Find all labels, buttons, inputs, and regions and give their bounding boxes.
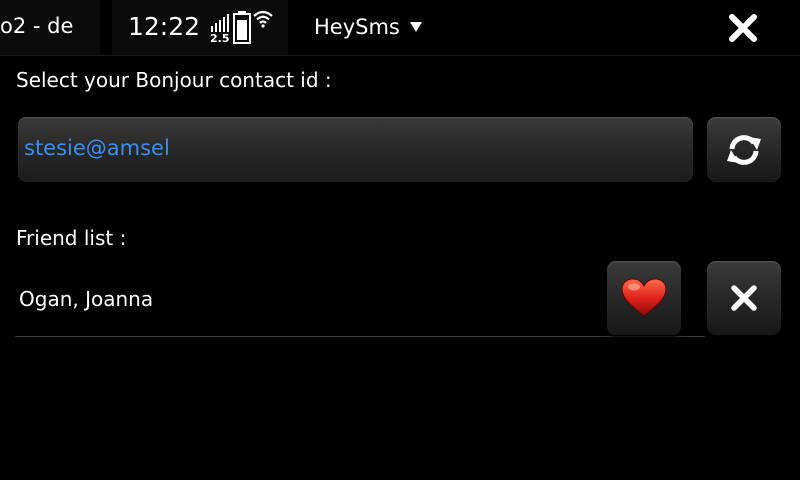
close-app-button[interactable] <box>720 6 766 50</box>
friend-list-label: Friend list : <box>16 226 127 250</box>
signal-icon <box>211 14 229 32</box>
status-bar: o2 - de 12:22 2.5 HeySms <box>0 0 800 56</box>
app-title-menu[interactable]: HeySms <box>314 13 422 41</box>
wifi-icon <box>253 10 273 28</box>
contact-id-field[interactable]: stesie@amsel <box>18 117 693 182</box>
contact-id-label: Select your Bonjour contact id : <box>16 68 332 92</box>
app-screen: o2 - de 12:22 2.5 HeySms Select your Bon… <box>0 0 800 480</box>
friend-name: Ogan, Joanna <box>19 287 154 311</box>
clock[interactable]: 12:22 <box>128 13 200 41</box>
menu-dropdown-icon <box>409 22 422 32</box>
battery-icon <box>233 11 251 44</box>
row-divider <box>15 336 705 337</box>
remove-friend-button[interactable] <box>707 261 781 335</box>
contact-id-value: stesie@amsel <box>24 136 170 160</box>
heart-icon <box>621 278 667 317</box>
app-title: HeySms <box>314 15 400 39</box>
close-icon <box>729 14 757 42</box>
friend-list-item[interactable]: Ogan, Joanna <box>15 261 705 337</box>
network-type-label: 2.5 <box>210 32 230 45</box>
refresh-icon <box>727 134 761 165</box>
refresh-button[interactable] <box>707 117 781 182</box>
delete-icon <box>731 285 757 311</box>
favorite-button[interactable] <box>607 261 681 335</box>
operator-name: o2 - de <box>0 14 74 38</box>
